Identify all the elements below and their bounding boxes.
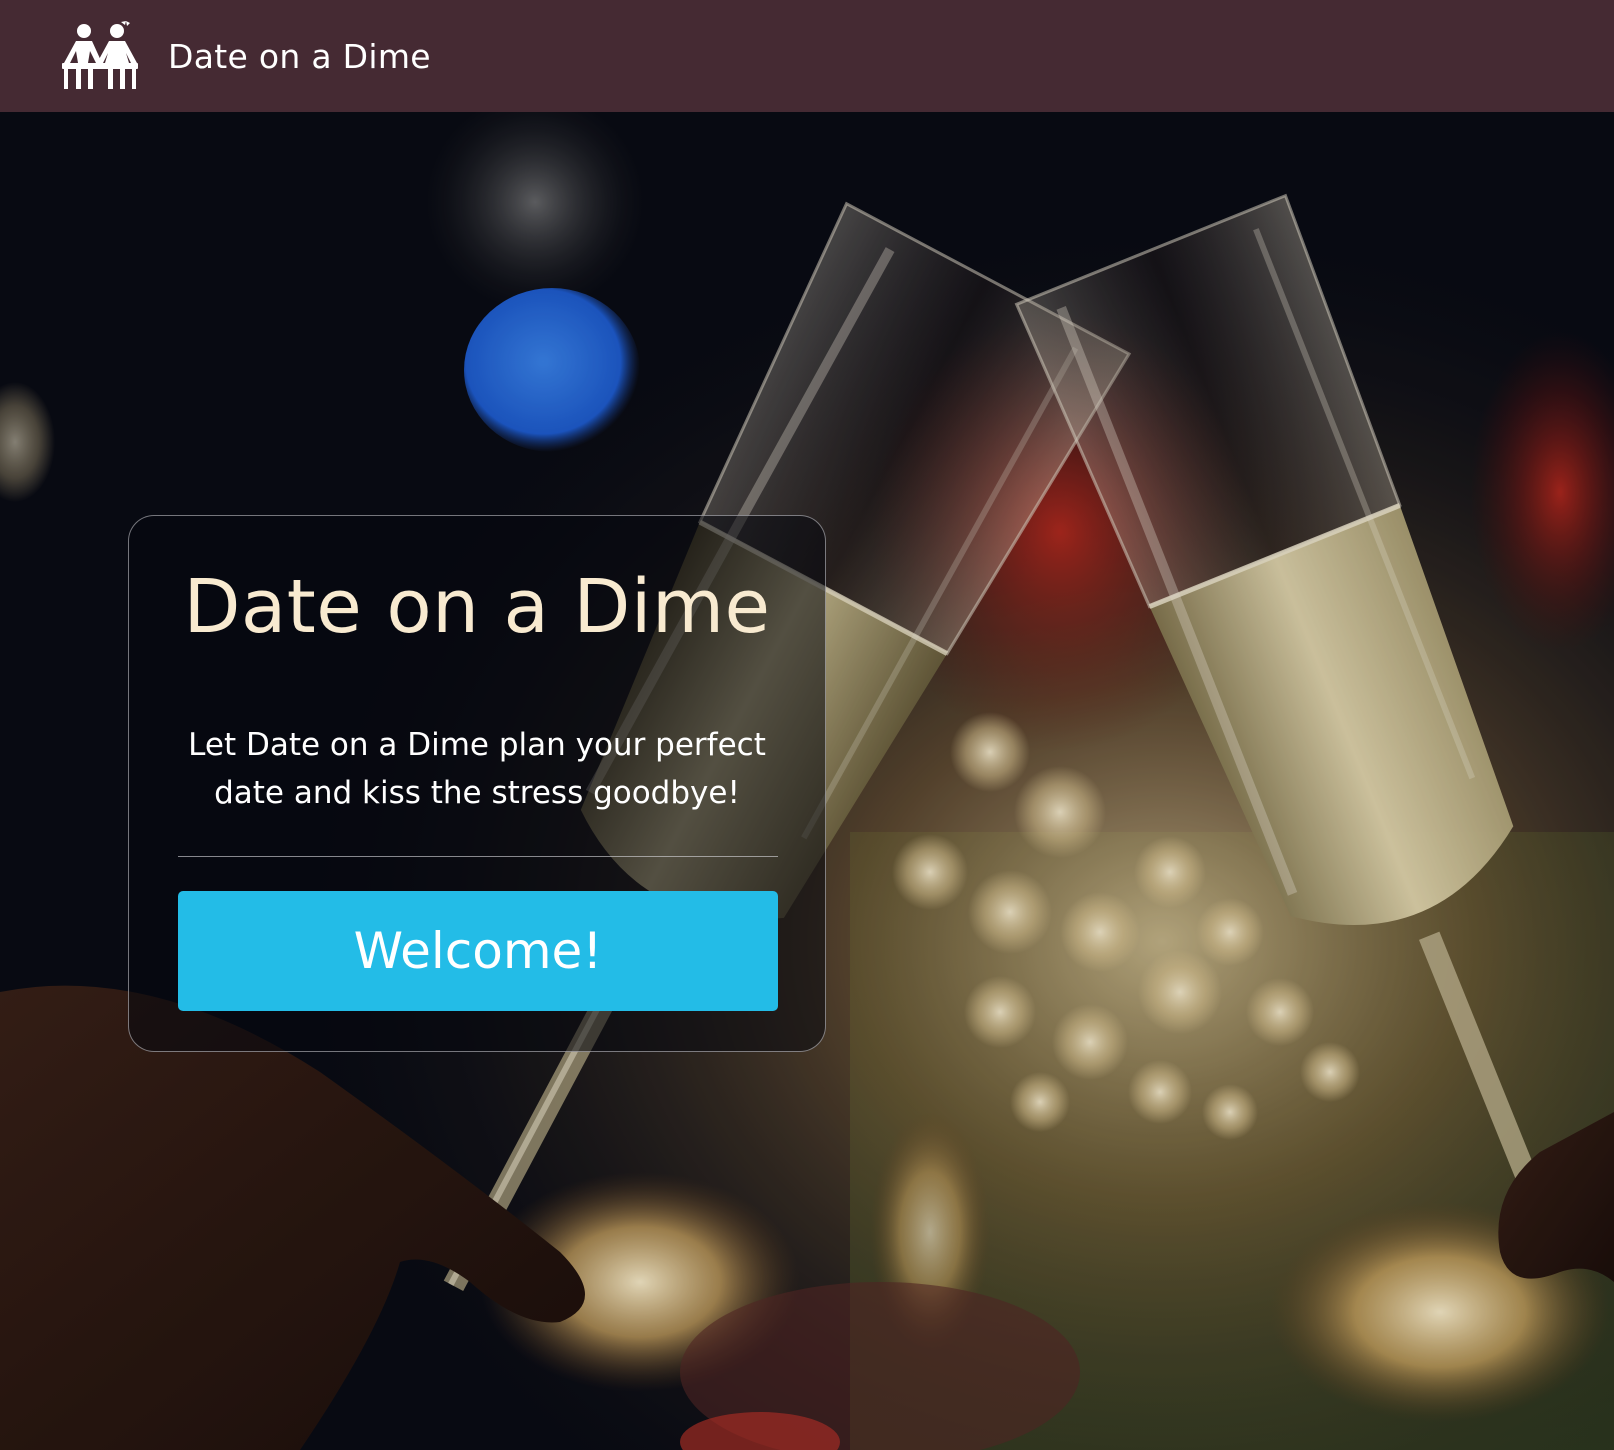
- brand-home-link[interactable]: Date on a Dime: [60, 21, 431, 91]
- card-title: Date on a Dime: [183, 564, 771, 650]
- welcome-button[interactable]: Welcome!: [178, 891, 778, 1011]
- welcome-card: Date on a Dime Let Date on a Dime plan y…: [128, 515, 826, 1052]
- couple-on-bench-icon: [62, 21, 138, 89]
- brand-name: Date on a Dime: [168, 36, 431, 76]
- card-tagline: Let Date on a Dime plan your perfect dat…: [188, 727, 766, 811]
- card-divider: [178, 856, 778, 857]
- landing-page: Date on a Dime Date on a Dime Let Date o…: [0, 0, 1614, 1450]
- top-navbar: Date on a Dime: [0, 0, 1614, 112]
